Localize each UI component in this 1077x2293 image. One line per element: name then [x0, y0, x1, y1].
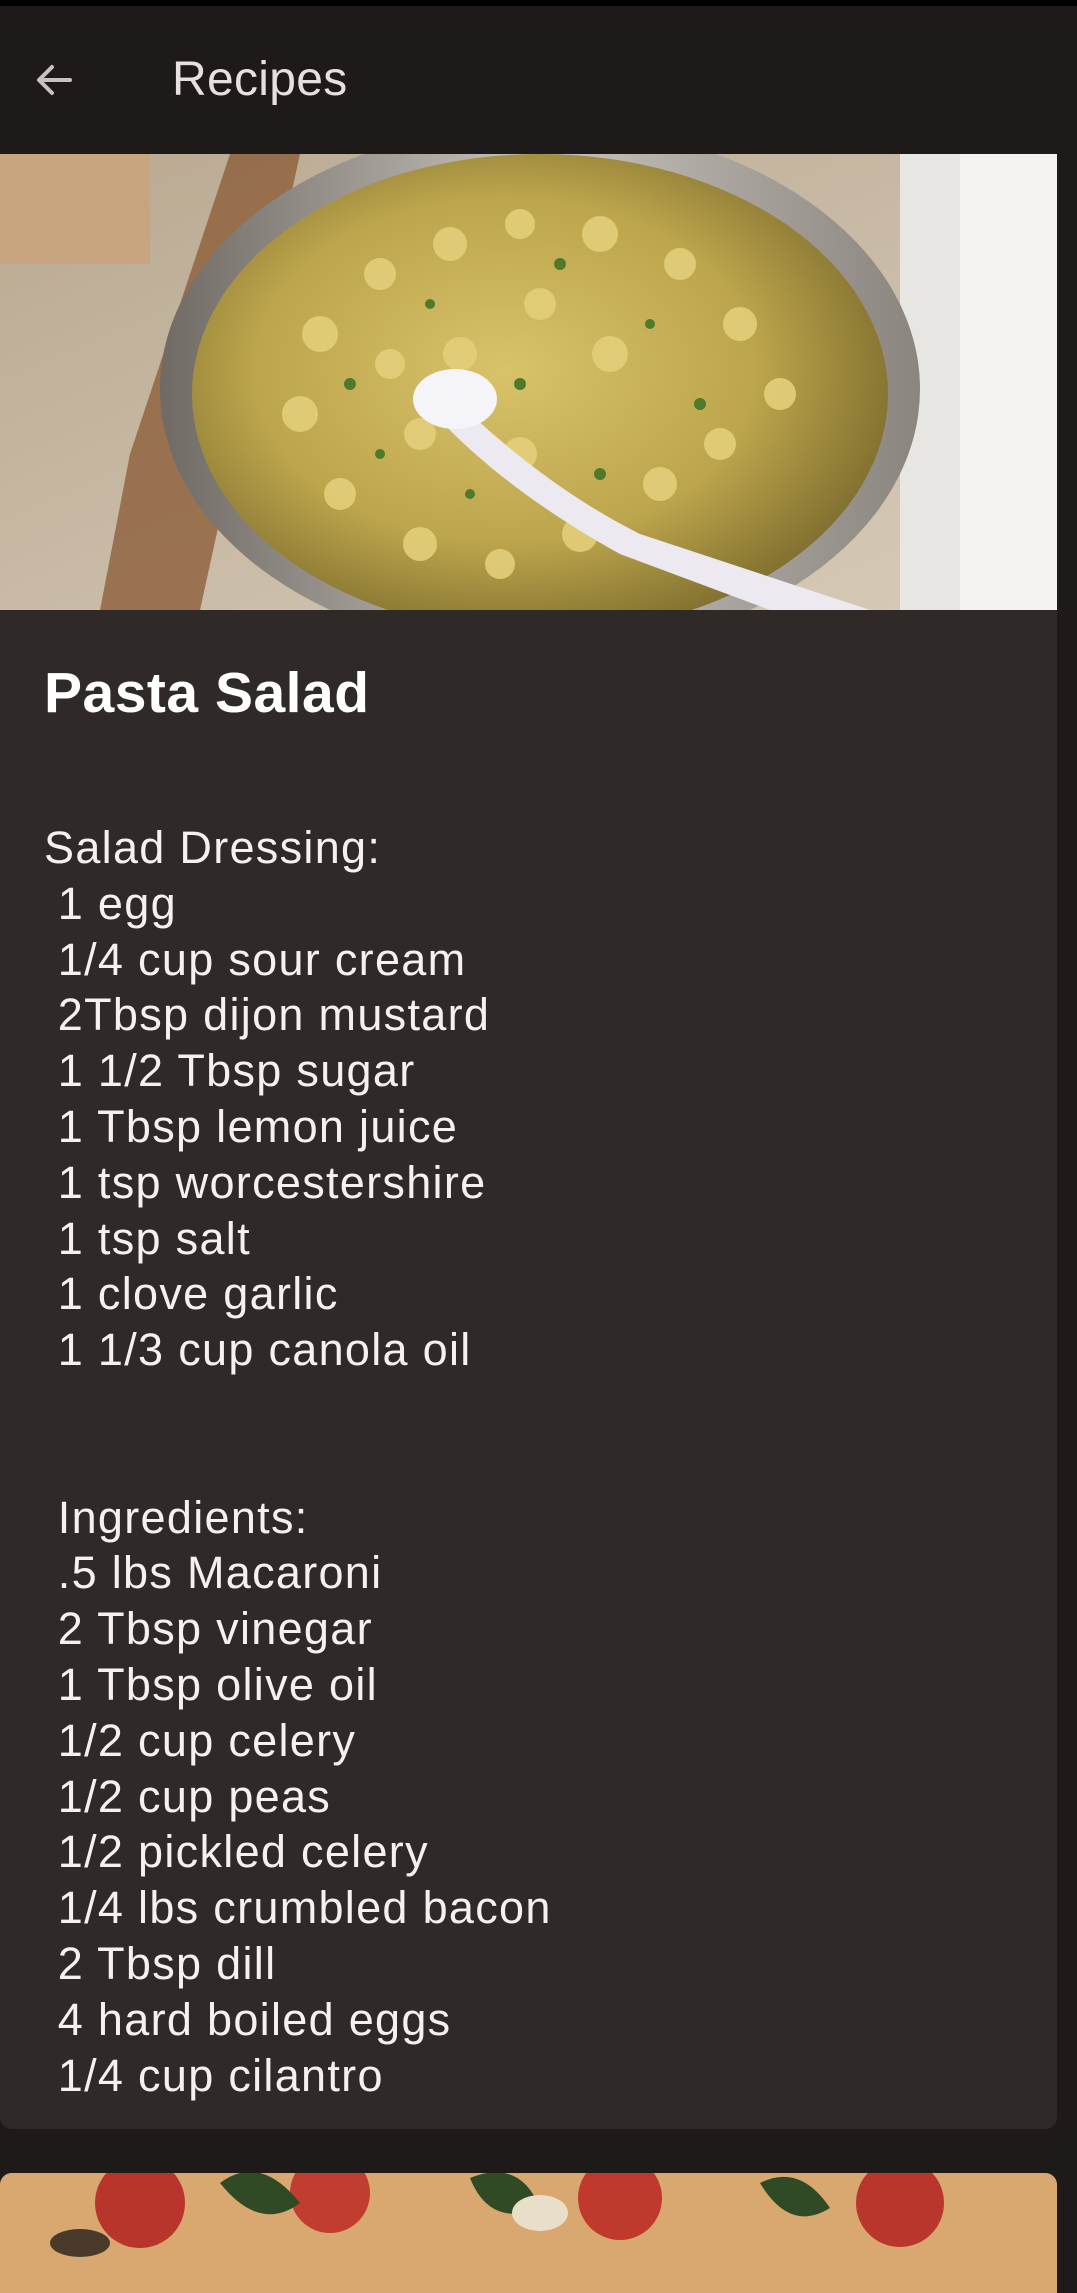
recipe-title: Pasta Salad [44, 661, 370, 725]
recipe-image [0, 154, 1057, 610]
app-bar: Recipes [0, 6, 1077, 154]
next-recipe-card[interactable] [0, 2173, 1057, 2293]
arrow-left-icon [37, 65, 72, 95]
back-button[interactable] [24, 50, 84, 110]
app-title: Recipes [172, 53, 348, 106]
recipe-description: Salad Dressing: 1 egg 1/4 cup sour cream… [44, 822, 552, 2101]
next-recipe-image [0, 2173, 1057, 2293]
recipe-card[interactable]: Pasta Salad Salad Dressing: 1 egg 1/4 cu… [0, 154, 1057, 2129]
